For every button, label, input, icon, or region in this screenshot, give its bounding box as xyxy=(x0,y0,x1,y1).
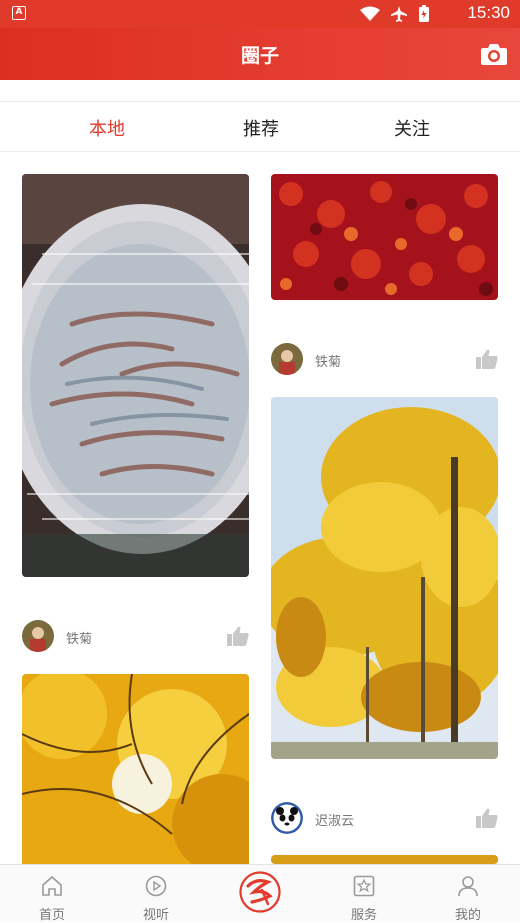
nav-home[interactable]: 首页 xyxy=(12,865,92,923)
tab-local[interactable]: 本地 xyxy=(89,115,125,141)
tab-follow[interactable]: 关注 xyxy=(394,115,430,141)
avatar[interactable] xyxy=(271,343,303,375)
avatar[interactable] xyxy=(22,620,54,652)
post-card[interactable] xyxy=(22,674,249,864)
nav-media-label: 视听 xyxy=(142,908,169,923)
circle-tabs: 本地 推荐 关注 xyxy=(0,102,520,152)
airplane-icon xyxy=(391,6,407,22)
post-card[interactable]: 铁菊 xyxy=(271,174,498,376)
system-icons xyxy=(360,5,430,23)
play-icon xyxy=(145,875,167,897)
page-title: 圈子 xyxy=(240,45,279,67)
tab-recommend[interactable]: 推荐 xyxy=(243,115,279,141)
post-photo-ginkgo[interactable] xyxy=(22,674,249,864)
header-divider-area xyxy=(0,80,520,102)
wifi-icon xyxy=(360,6,380,21)
post-photo-partial[interactable] xyxy=(271,855,498,864)
post-author[interactable]: 迟淑云 xyxy=(315,810,354,829)
center-logo-button[interactable] xyxy=(238,870,282,914)
avatar[interactable] xyxy=(271,802,303,834)
nav-media[interactable]: 视听 xyxy=(116,865,196,923)
like-icon[interactable] xyxy=(227,626,249,646)
home-icon xyxy=(42,875,62,896)
app-notification-icon: A xyxy=(12,6,26,20)
battery-icon xyxy=(419,5,429,22)
post-author[interactable]: 铁菊 xyxy=(315,351,341,370)
post-photo-shrimp[interactable] xyxy=(22,174,249,577)
star-box-icon xyxy=(353,875,375,897)
status-bar: A 15:30 xyxy=(0,0,520,28)
status-time: 15:30 xyxy=(467,3,510,22)
camera-icon[interactable] xyxy=(480,42,508,66)
post-card[interactable] xyxy=(271,855,498,864)
user-icon xyxy=(458,876,478,897)
post-author[interactable]: 铁菊 xyxy=(66,628,92,647)
post-feed[interactable]: 铁菊 铁菊 迟淑云 xyxy=(0,152,520,864)
nav-service-label: 服务 xyxy=(350,908,377,923)
like-icon[interactable] xyxy=(476,349,498,369)
post-photo-red-leaves[interactable] xyxy=(271,174,498,300)
app-header: 圈子 xyxy=(0,28,520,80)
nav-mine[interactable]: 我的 xyxy=(428,865,508,923)
nav-mine-label: 我的 xyxy=(454,908,481,923)
post-photo-larch[interactable] xyxy=(271,397,498,759)
nav-service[interactable]: 服务 xyxy=(324,865,404,923)
post-card[interactable]: 铁菊 xyxy=(22,174,249,652)
post-card[interactable]: 迟淑云 xyxy=(271,397,498,834)
like-icon[interactable] xyxy=(476,808,498,828)
nav-home-label: 首页 xyxy=(38,908,65,923)
